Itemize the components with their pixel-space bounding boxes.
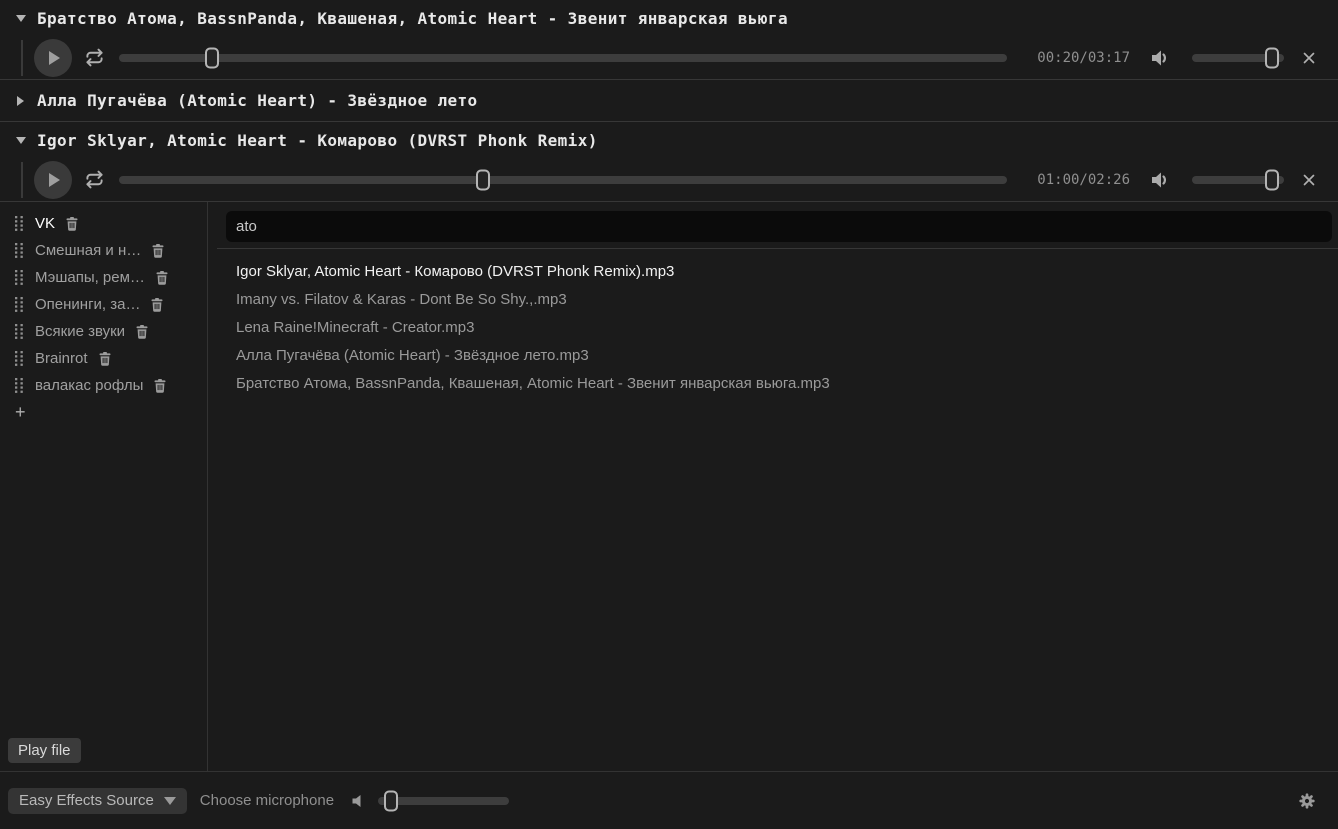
mic-volume-slider-thumb[interactable] <box>384 790 398 811</box>
source-select-label: Easy Effects Source <box>19 792 154 809</box>
source-select-dropdown[interactable]: Easy Effects Source <box>8 788 187 814</box>
chevron-down-icon <box>164 797 176 805</box>
tab-label: валакас рофлы <box>35 377 143 394</box>
player-group-2-header[interactable]: Алла Пугачёва (Atomic Heart) - Звёздное … <box>0 80 1338 121</box>
mic-volume-slider[interactable] <box>378 797 509 805</box>
bottom-bar: Easy Effects Source Choose microphone <box>0 771 1338 829</box>
player-controls: 01:00/02:26 <box>0 158 1338 201</box>
expand-icon <box>15 96 26 106</box>
sidebar-tab-openings[interactable]: Опенинги, за… <box>0 291 207 318</box>
drag-handle-icon[interactable] <box>15 378 24 393</box>
sidebar-tab-brainrot[interactable]: Brainrot <box>0 345 207 372</box>
seek-slider-thumb[interactable] <box>476 169 490 190</box>
volume-slider-thumb[interactable] <box>1265 47 1279 68</box>
player-group-1-header[interactable]: Братство Атома, BassnPanda, Квашеная, At… <box>0 0 1338 36</box>
file-item[interactable]: Igor Sklyar, Atomic Heart - Комарово (DV… <box>226 257 1338 285</box>
volume-slider[interactable] <box>1192 54 1284 62</box>
volume-slider[interactable] <box>1192 176 1284 184</box>
volume-icon[interactable] <box>1150 49 1170 67</box>
drag-handle-icon[interactable] <box>15 297 24 312</box>
drag-handle-icon[interactable] <box>15 270 24 285</box>
player-group-1: Братство Атома, BassnPanda, Квашеная, At… <box>0 0 1338 79</box>
close-icon[interactable] <box>1300 49 1318 67</box>
trash-icon[interactable] <box>156 271 168 285</box>
collapse-icon <box>15 15 26 22</box>
player-controls: 00:20/03:17 <box>0 36 1338 79</box>
tab-label: Brainrot <box>35 350 88 367</box>
drag-handle-icon[interactable] <box>15 351 24 366</box>
indent-guide <box>21 162 23 198</box>
collapse-icon <box>15 137 26 144</box>
player-track-title: Алла Пугачёва (Atomic Heart) - Звёздное … <box>37 91 478 110</box>
muted-speaker-icon[interactable] <box>350 793 366 809</box>
file-panel: Igor Sklyar, Atomic Heart - Комарово (DV… <box>208 202 1338 771</box>
sidebar-tab-vk[interactable]: VK <box>0 210 207 237</box>
file-item[interactable]: Lena Raine!Minecraft - Creator.mp3 <box>226 313 1338 341</box>
indent-guide <box>21 40 23 76</box>
tab-label: Мэшапы, рем… <box>35 269 145 286</box>
close-icon[interactable] <box>1300 171 1318 189</box>
add-tab-button[interactable]: + <box>0 399 207 426</box>
file-list: Igor Sklyar, Atomic Heart - Комарово (DV… <box>226 257 1338 397</box>
player-track-title: Igor Sklyar, Atomic Heart - Комарово (DV… <box>37 131 598 150</box>
trash-icon[interactable] <box>99 352 111 366</box>
tab-label: Всякие звуки <box>35 323 125 340</box>
play-icon <box>49 173 60 187</box>
time-display: 01:00/02:26 <box>1037 172 1130 188</box>
player-track-title: Братство Атома, BassnPanda, Квашеная, At… <box>37 9 788 28</box>
play-button[interactable] <box>34 161 72 199</box>
drag-handle-icon[interactable] <box>15 324 24 339</box>
seek-slider[interactable] <box>119 54 1007 62</box>
trash-icon[interactable] <box>66 217 78 231</box>
player-group-3-header[interactable]: Igor Sklyar, Atomic Heart - Комарово (DV… <box>0 122 1338 158</box>
play-file-button[interactable]: Play file <box>8 738 81 763</box>
plus-icon: + <box>15 402 26 423</box>
drag-handle-icon[interactable] <box>15 243 24 258</box>
play-icon <box>49 51 60 65</box>
repeat-icon[interactable] <box>85 48 104 67</box>
drag-handle-icon[interactable] <box>15 216 24 231</box>
sidebar-tab-mashups[interactable]: Мэшапы, рем… <box>0 264 207 291</box>
divider <box>217 248 1338 249</box>
file-item[interactable]: Братство Атома, BassnPanda, Квашеная, At… <box>226 369 1338 397</box>
tab-label: Смешная и н… <box>35 242 141 259</box>
gear-icon[interactable] <box>1298 792 1316 810</box>
trash-icon[interactable] <box>151 298 163 312</box>
search-input[interactable] <box>226 211 1332 242</box>
trash-icon[interactable] <box>154 379 166 393</box>
soundboard-app: Братство Атома, BassnPanda, Квашеная, At… <box>0 0 1338 829</box>
file-item[interactable]: Imany vs. Filatov & Karas - Dont Be So S… <box>226 285 1338 313</box>
playlist-sidebar: VK Смешная и н… Мэшапы, рем… Опенинги, з… <box>0 202 208 771</box>
trash-icon[interactable] <box>152 244 164 258</box>
file-item[interactable]: Алла Пугачёва (Atomic Heart) - Звёздное … <box>226 341 1338 369</box>
trash-icon[interactable] <box>136 325 148 339</box>
choose-microphone-label: Choose microphone <box>200 792 334 809</box>
seek-slider-thumb[interactable] <box>205 47 219 68</box>
volume-icon[interactable] <box>1150 171 1170 189</box>
tab-label: Опенинги, за… <box>35 296 140 313</box>
play-button[interactable] <box>34 39 72 77</box>
volume-slider-thumb[interactable] <box>1265 169 1279 190</box>
repeat-icon[interactable] <box>85 170 104 189</box>
player-group-2: Алла Пугачёва (Atomic Heart) - Звёздное … <box>0 80 1338 121</box>
sidebar-tab-smeshnaya[interactable]: Смешная и н… <box>0 237 207 264</box>
sidebar-spacer <box>0 426 207 738</box>
sidebar-tab-sounds[interactable]: Всякие звуки <box>0 318 207 345</box>
tab-label: VK <box>35 215 55 232</box>
player-group-3: Igor Sklyar, Atomic Heart - Комарово (DV… <box>0 122 1338 201</box>
time-display: 00:20/03:17 <box>1037 50 1130 66</box>
seek-slider[interactable] <box>119 176 1007 184</box>
main-section: VK Смешная и н… Мэшапы, рем… Опенинги, з… <box>0 202 1338 771</box>
sidebar-tab-valakas[interactable]: валакас рофлы <box>0 372 207 399</box>
